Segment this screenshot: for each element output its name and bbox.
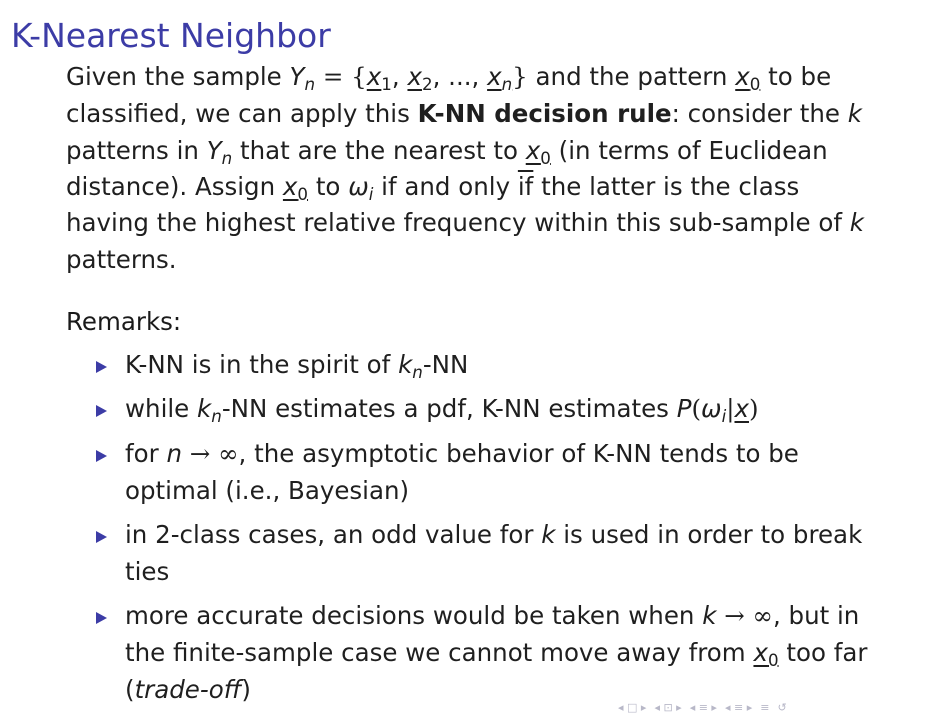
nav-frame-icon[interactable]: ◂ □ ▸ [618, 701, 646, 714]
math-sub: 0 [767, 650, 779, 670]
text: patterns in [66, 136, 207, 165]
math-sub: 0 [540, 148, 551, 168]
math-sub: n [211, 406, 222, 426]
bullet-triangle-icon [96, 450, 107, 462]
math-brace: } [512, 62, 528, 91]
remark-item-2: while kn-NN estimates a pdf, K-NN estima… [125, 394, 759, 426]
math-x0: x [282, 172, 298, 201]
text: , [391, 62, 408, 91]
remark-item-5-line-2: the finite-sample case we cannot move aw… [125, 638, 867, 670]
text: ) [241, 675, 251, 704]
math-Y: Y [289, 62, 305, 91]
bullet-triangle-icon [96, 531, 107, 543]
text: Given the sample [66, 62, 290, 91]
math-x: x [734, 394, 749, 423]
text: , the asymptotic behavior of K-NN tends … [238, 439, 799, 468]
nav-subsection-icon[interactable]: ◂ ⊡ ▸ [654, 701, 681, 714]
math-xn: x [487, 62, 502, 91]
paragraph-line-2: classified, we can apply this K-NN decis… [66, 99, 862, 128]
nav-align-icon[interactable]: ≡ [760, 701, 769, 714]
math-sub: 0 [749, 74, 761, 94]
math-x1: x [366, 62, 382, 91]
bullet-triangle-icon [96, 361, 107, 373]
math-omega: ω [701, 394, 722, 423]
paragraph-line-4: distance). Assign x0 to ωi if and only i… [66, 172, 799, 204]
math-sub: 1 [381, 74, 392, 94]
nav-search-back-icon[interactable]: ↺ [777, 701, 786, 714]
remarks-label: Remarks: [66, 307, 182, 336]
math-x0: x [525, 136, 541, 165]
math-paren: ( [691, 394, 702, 423]
text: -NN estimates a pdf, K-NN estimates [221, 394, 677, 423]
math-paren: ) [748, 394, 759, 423]
text: K-NN is in the spirit of [125, 350, 399, 379]
text: to [308, 172, 349, 201]
bullet-triangle-icon [96, 405, 107, 417]
text: the finite-sample case we cannot move aw… [125, 638, 754, 667]
text: more accurate decisions would be taken w… [125, 601, 703, 630]
text: while [125, 394, 198, 423]
paragraph-line-6: patterns. [66, 245, 177, 274]
text: -NN [422, 350, 469, 379]
math-eq: = { [315, 62, 367, 91]
remark-item-3-line-1: for n → ∞, the asymptotic behavior of K-… [125, 439, 799, 468]
math-k: k [849, 208, 864, 237]
math-k: k [398, 350, 413, 379]
text: and the pattern [527, 62, 736, 91]
remark-item-3-line-2: optimal (i.e., Bayesian) [125, 476, 410, 505]
text: too far [778, 638, 868, 667]
text: classified, we can apply this [66, 99, 418, 128]
remark-item-4-line-1: in 2-class cases, an odd value for k is … [125, 520, 862, 549]
math-sub: n [221, 148, 233, 168]
remark-item-5-line-3: (trade-off) [125, 675, 251, 704]
remark-item-1: K-NN is in the spirit of kn-NN [125, 350, 468, 382]
math-P: P [676, 394, 692, 423]
math-sub: n [412, 362, 423, 382]
text: is used in order to break [555, 520, 863, 549]
slide: K-Nearest Neighbor Given the sample Yn =… [0, 0, 932, 718]
math-sub: n [304, 74, 316, 94]
text: : consider the [671, 99, 848, 128]
math-k: k [197, 394, 212, 423]
math-arrow-infinity: → ∞ [182, 439, 239, 468]
math-sub: 0 [297, 184, 309, 204]
math-sub: n [501, 74, 513, 94]
text: the latter is the class [533, 172, 800, 201]
math-omega: ω [348, 172, 369, 201]
text: having the highest relative frequency wi… [66, 208, 850, 237]
nav-document-icon[interactable]: ◂ ≡ ▸ [725, 701, 752, 714]
math-k: k [702, 601, 717, 630]
paragraph-line-3: patterns in Yn that are the nearest to x… [66, 136, 828, 168]
text: , but in [772, 601, 860, 630]
text: that are the nearest to [232, 136, 526, 165]
remark-item-5-line-1: more accurate decisions would be taken w… [125, 601, 859, 630]
remark-item-4-line-2: ties [125, 557, 170, 586]
nav-section-icon[interactable]: ◂ ≡ ▸ [690, 701, 717, 714]
beamer-navigation-bar: ◂ □ ▸ ◂ ⊡ ▸ ◂ ≡ ▸ ◂ ≡ ▸ ≡ ↺ [618, 700, 787, 714]
math-sub: 2 [421, 74, 433, 94]
overlined-if: if [517, 172, 534, 201]
bullet-triangle-icon [96, 612, 107, 624]
math-k: k [541, 520, 556, 549]
text: in 2-class cases, an odd value for [125, 520, 542, 549]
text: distance). Assign [66, 172, 283, 201]
text: if and only [373, 172, 518, 201]
math-arrow-infinity: → ∞ [716, 601, 773, 630]
paragraph-line-5: having the highest relative frequency wi… [66, 208, 864, 237]
math-x0: x [753, 638, 768, 667]
math-k: k [847, 99, 862, 128]
bold-term: K-NN decision rule [417, 99, 672, 128]
text: , ..., [432, 62, 488, 91]
italic-term: trade-off [134, 675, 242, 704]
math-x2: x [407, 62, 422, 91]
paragraph-line-1: Given the sample Yn = {x1, x2, ..., xn} … [66, 62, 831, 94]
text: (in terms of Euclidean [550, 136, 828, 165]
slide-title: K-Nearest Neighbor [11, 16, 331, 55]
math-Y: Y [206, 136, 222, 165]
math-n: n [166, 439, 183, 468]
math-x0: x [735, 62, 750, 91]
text: ( [125, 675, 135, 704]
text: for [125, 439, 167, 468]
text: to be [760, 62, 832, 91]
